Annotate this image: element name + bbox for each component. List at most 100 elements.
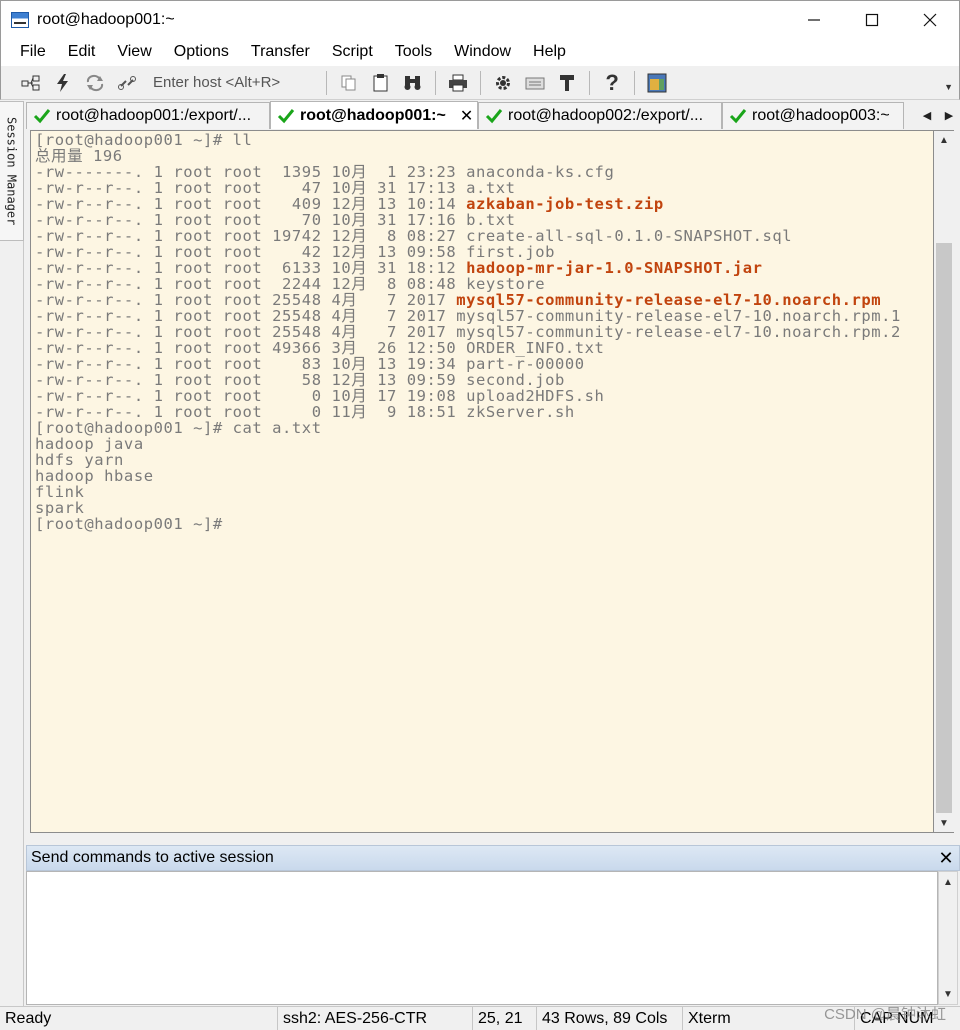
tab-scroll-arrows: ◀ ▶: [916, 102, 960, 129]
status-cursor-position: 25, 21: [473, 1006, 537, 1030]
tab-hadoop003-home[interactable]: root@hadoop003:~: [722, 102, 904, 129]
print-icon[interactable]: [446, 71, 470, 95]
window-title: root@hadoop001:~: [37, 10, 175, 28]
connected-check-icon: [485, 109, 503, 124]
menu-help[interactable]: Help: [522, 38, 577, 66]
toolbar-separator: [480, 70, 482, 95]
securecrt-app-icon: [11, 11, 29, 28]
copy-icon[interactable]: [337, 71, 361, 95]
find-icon[interactable]: [401, 71, 425, 95]
terminal-line: -rw-r--r--. 1 root root 47 10月 31 17:13 …: [35, 180, 901, 196]
session-manager-tab[interactable]: Session Manager: [0, 101, 24, 241]
scroll-down-icon[interactable]: ▼: [939, 984, 957, 1004]
close-icon: [923, 13, 937, 26]
left-dock-area: [0, 241, 24, 1006]
tab-close-icon[interactable]: ✕: [460, 106, 473, 126]
sftp-key-icon[interactable]: [555, 71, 579, 95]
terminal-line: [root@hadoop001 ~]# cat a.txt: [35, 420, 901, 436]
watermark: CSDN @晨钟沐虹: [824, 1006, 946, 1023]
menu-script[interactable]: Script: [321, 38, 384, 66]
script-window-icon[interactable]: [645, 71, 669, 95]
tab-scroll-right-icon[interactable]: ▶: [938, 109, 960, 122]
tab-hadoop001-export[interactable]: root@hadoop001:/export/...: [26, 102, 270, 129]
tab-hadoop002-export[interactable]: root@hadoop002:/export/...: [478, 102, 722, 129]
tab-label: root@hadoop002:/export/...: [508, 107, 704, 124]
connected-check-icon: [729, 109, 747, 124]
tab-label: root@hadoop001:~: [300, 106, 446, 124]
terminal-line: hadoop java: [35, 436, 901, 452]
toolbar-overflow-icon[interactable]: ▼: [944, 82, 953, 92]
terminal-line: -rw-r--r--. 1 root root 6133 10月 31 18:1…: [35, 260, 901, 276]
terminal-line: -rw-r--r--. 1 root root 2244 12月 8 08:48…: [35, 276, 901, 292]
menu-tools[interactable]: Tools: [384, 38, 443, 66]
terminal-line: spark: [35, 500, 901, 516]
connected-check-icon: [277, 108, 295, 123]
terminal-line: -rw-r--r--. 1 root root 25548 4月 7 2017 …: [35, 324, 901, 340]
connect-icon[interactable]: [19, 71, 43, 95]
tab-label: root@hadoop003:~: [752, 107, 890, 124]
quick-connect-icon[interactable]: [51, 71, 75, 95]
menu-bar: File Edit View Options Transfer Script T…: [0, 38, 960, 66]
send-commands-header: Send commands to active session ✕: [26, 845, 960, 871]
session-tabs: root@hadoop001:/export/... root@hadoop00…: [26, 101, 960, 129]
scroll-down-icon[interactable]: ▼: [934, 814, 954, 832]
scroll-up-icon[interactable]: ▲: [939, 872, 957, 892]
enter-host-field[interactable]: Enter host <Alt+R>: [153, 74, 280, 91]
status-ready: Ready: [0, 1006, 278, 1030]
terminal-line: flink: [35, 484, 901, 500]
send-commands-title: Send commands to active session: [31, 849, 274, 866]
menu-view[interactable]: View: [106, 38, 162, 66]
terminal-line: -rw-r--r--. 1 root root 0 10月 17 19:08 u…: [35, 388, 901, 404]
terminal-line: -rw-r--r--. 1 root root 19742 12月 8 08:2…: [35, 228, 901, 244]
terminal-file-name: zkServer.sh: [466, 403, 575, 421]
scroll-up-icon[interactable]: ▲: [934, 131, 954, 149]
terminal-line: hdfs yarn: [35, 452, 901, 468]
scrollbar-thumb[interactable]: [936, 243, 952, 813]
terminal-scrollbar[interactable]: ▲ ▼: [934, 130, 954, 833]
maximize-icon: [865, 13, 879, 26]
menu-transfer[interactable]: Transfer: [240, 38, 321, 66]
terminal-line: hadoop hbase: [35, 468, 901, 484]
terminal-line: [root@hadoop001 ~]#: [35, 516, 901, 532]
paste-icon[interactable]: [369, 71, 393, 95]
terminal-line: 总用量 196: [35, 148, 901, 164]
minimize-icon: [808, 18, 820, 21]
send-commands-close-icon[interactable]: ✕: [933, 848, 959, 869]
terminal-line: -rw-r--r--. 1 root root 70 10月 31 17:16 …: [35, 212, 901, 228]
toolbar-separator: [589, 70, 591, 95]
tab-hadoop001-home[interactable]: root@hadoop001:~ ✕: [270, 101, 478, 129]
terminal-line-text: [root@hadoop001 ~]#: [35, 515, 223, 533]
toolbar-separator: [435, 70, 437, 95]
terminal-line: -rw-r--r--. 1 root root 49366 3月 26 12:5…: [35, 340, 901, 356]
connected-check-icon: [33, 109, 51, 124]
title-bar: root@hadoop001:~: [0, 0, 960, 38]
send-commands-input[interactable]: [26, 871, 938, 1005]
terminal-line: -rw-r--r--. 1 root root 25548 4月 7 2017 …: [35, 308, 901, 324]
status-bar: Ready ssh2: AES-256-CTR 25, 21 43 Rows, …: [0, 1006, 960, 1030]
send-commands-scrollbar[interactable]: ▲ ▼: [938, 871, 958, 1005]
terminal-line: -rw-r--r--. 1 root root 58 12月 13 09:59 …: [35, 372, 901, 388]
reconnect-icon[interactable]: [83, 71, 107, 95]
toolbar-separator: [634, 70, 636, 95]
terminal-line: -rw-r--r--. 1 root root 409 12月 13 10:14…: [35, 196, 901, 212]
minimize-button[interactable]: [785, 1, 843, 39]
terminal-line: -rw-r--r--. 1 root root 42 12月 13 09:58 …: [35, 244, 901, 260]
close-button[interactable]: [901, 1, 959, 39]
terminal-view[interactable]: [root@hadoop001 ~]# ll 总用量 196 -rw-------.…: [30, 130, 934, 833]
maximize-button[interactable]: [843, 1, 901, 39]
settings-gear-icon[interactable]: [491, 71, 515, 95]
status-cipher: ssh2: AES-256-CTR: [278, 1006, 473, 1030]
tab-label: root@hadoop001:/export/...: [56, 107, 252, 124]
menu-options[interactable]: Options: [163, 38, 240, 66]
keymap-icon[interactable]: [523, 71, 547, 95]
menu-window[interactable]: Window: [443, 38, 522, 66]
terminal-line: -rw-r--r--. 1 root root 83 10月 13 19:34 …: [35, 356, 901, 372]
disconnect-icon[interactable]: [115, 71, 139, 95]
help-icon[interactable]: ?: [600, 70, 624, 95]
toolbar-separator: [326, 70, 328, 95]
tab-scroll-left-icon[interactable]: ◀: [916, 109, 938, 122]
terminal-line: [root@hadoop001 ~]# ll: [35, 132, 901, 148]
terminal-line: -rw-r--r--. 1 root root 0 11月 9 18:51 zk…: [35, 404, 901, 420]
menu-edit[interactable]: Edit: [57, 38, 107, 66]
menu-file[interactable]: File: [9, 38, 57, 66]
